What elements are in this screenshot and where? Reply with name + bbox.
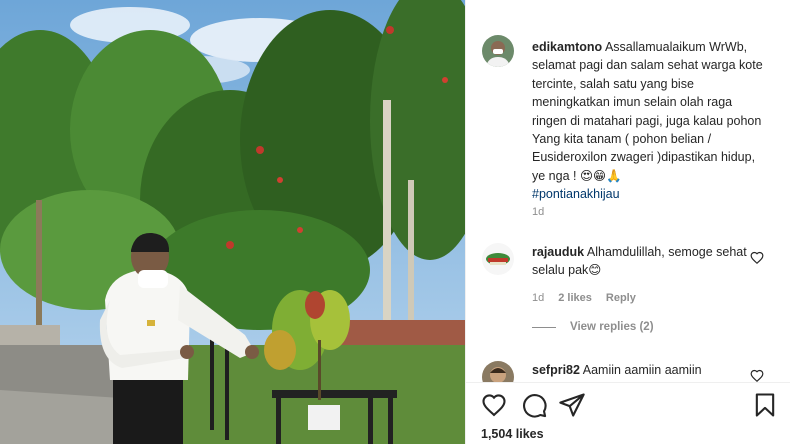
author-avatar-image [482, 35, 514, 67]
comment-username[interactable]: sefpri82 [532, 363, 580, 377]
caption-text: Assallamualaikum WrWb, selamat pagi dan … [532, 40, 763, 183]
comment-age[interactable]: 1d [532, 292, 544, 304]
post-action-bar: 1,504 likes [466, 382, 790, 444]
bookmark-icon[interactable] [751, 391, 779, 419]
post-caption: edikamtono Assallamualaikum WrWb, selama… [532, 38, 770, 204]
heart-icon[interactable] [480, 391, 508, 419]
comment-text: Aamiin aamiin aamiin [582, 363, 702, 377]
post-photo-image [0, 0, 465, 444]
commenter-avatar-image [482, 361, 514, 382]
replies-divider [532, 326, 556, 328]
author-avatar[interactable] [482, 35, 514, 67]
caption-hashtag[interactable]: #pontianakhijau [532, 187, 620, 201]
view-replies-label: View replies (2) [570, 321, 654, 333]
post-details-panel: edikamtono Assallamualaikum WrWb, selama… [465, 0, 790, 444]
comment-item: rajauduk Alhamdulillah, semoge sehat sel… [532, 243, 752, 280]
reply-button[interactable]: Reply [606, 292, 636, 304]
commenter-avatar[interactable] [482, 243, 514, 275]
comment-username[interactable]: rajauduk [532, 245, 584, 259]
commenter-avatar[interactable] [482, 361, 514, 382]
view-replies-button[interactable]: View replies (2) [532, 321, 654, 333]
comment-like-heart-icon[interactable] [750, 369, 764, 382]
post-age[interactable]: 1d [532, 206, 544, 218]
comment-likes[interactable]: 2 likes [558, 292, 592, 304]
comment-like-heart-icon[interactable] [750, 251, 764, 265]
author-username[interactable]: edikamtono [532, 40, 602, 54]
comment-item: sefpri82 Aamiin aamiin aamiin [532, 361, 752, 379]
post-photo[interactable] [0, 0, 465, 444]
comment-icon[interactable] [520, 391, 548, 419]
commenter-avatar-image [482, 243, 514, 275]
likes-count[interactable]: 1,504 likes [481, 427, 544, 441]
share-icon[interactable] [558, 391, 586, 419]
comment-meta: 1d 2 likes Reply [532, 292, 636, 304]
comments-section[interactable]: edikamtono Assallamualaikum WrWb, selama… [466, 0, 790, 382]
